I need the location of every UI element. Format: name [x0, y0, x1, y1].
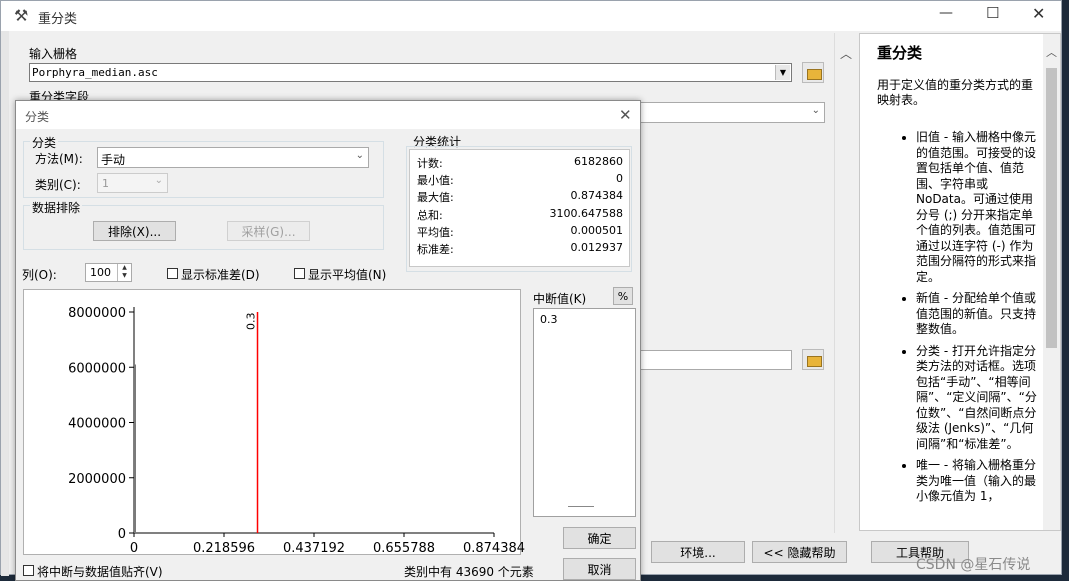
classes-label: 类别(C): [35, 178, 81, 192]
hide-help-button[interactable]: << 隐藏帮助 [752, 541, 847, 563]
reclass-field-select[interactable]: ⌄ [637, 102, 825, 123]
break-values-list[interactable]: 0.3 [533, 308, 636, 517]
x-tick-label: 0.874384 [463, 541, 525, 556]
sampling-button: 采样(G)... [227, 221, 310, 241]
show-std-label: 显示标准差(D) [181, 268, 260, 282]
output-raster-field[interactable] [637, 350, 792, 370]
y-tick-label: 0 [118, 527, 126, 542]
stats-row: 总和: 3100.647588 [410, 206, 629, 222]
stats-value: 0.012937 [570, 241, 624, 254]
help-scrollbar[interactable]: ︿ [1043, 34, 1060, 530]
stats-label: 最大值: [417, 191, 454, 205]
input-raster-label: 输入栅格 [29, 47, 78, 61]
stats-label: 计数: [417, 157, 443, 170]
stats-value: 6182860 [574, 155, 623, 168]
help-list: 旧值 - 输入栅格中像元的值范围。可接受的设置包括单个值、值范围、字符串或 No… [860, 130, 1038, 511]
stats-box: 计数: 6182860 最小值: 0 最大值: 0.874384 总和: 3100.64758… [409, 149, 630, 267]
percent-button[interactable]: % [613, 287, 633, 305]
x-tick-label: 0 [130, 541, 138, 556]
folder-open-icon[interactable] [802, 349, 824, 370]
stats-row: 计数: 6182860 [410, 154, 629, 170]
hammer-icon: ⚒ [14, 6, 29, 25]
folder-open-icon[interactable] [802, 62, 824, 83]
chevron-down-icon[interactable]: ▼ [775, 65, 790, 80]
histogram-chart[interactable]: 0 2000000 4000000 6000000 8000000 0 0.218596 0.… [24, 290, 525, 556]
window-title: 重分类 [38, 12, 78, 27]
y-tick-label: 6000000 [68, 361, 126, 376]
stats-row: 最大值: 0.874384 [410, 188, 629, 204]
stats-value: 0.000501 [570, 223, 624, 237]
y-tick-label: 4000000 [68, 417, 126, 432]
method-select[interactable]: 手动 ⌄ [97, 147, 369, 168]
chevron-up-icon[interactable]: ︿ [840, 45, 852, 62]
watermark: CSDN @星石传说 [916, 557, 1031, 573]
help-title: 重分类 [877, 44, 923, 62]
snap-label: 将中断与数据值贴齐(V) [37, 565, 163, 579]
dialog-title-bar: 分类 ✕ [16, 101, 640, 129]
data-exclusion-label: 数据排除 [30, 199, 83, 216]
left-edge [1, 31, 9, 576]
help-item: 分类 - 打开允许指定分类方法的对话框。选项包括“手动”、“相等间隔”、“定义间… [916, 344, 1038, 453]
break-values-label: 中断值(K) [533, 292, 587, 306]
method-label: 方法(M): [35, 152, 83, 166]
x-tick-label: 0.218596 [193, 541, 255, 556]
help-item: 旧值 - 输入栅格中像元的值范围。可接受的设置包括单个值、值范围、字符串或 No… [916, 130, 1038, 285]
exclusion-button[interactable]: 排除(X)... [93, 221, 176, 241]
list-grip [568, 506, 594, 507]
chevron-down-icon: ⌄ [154, 175, 163, 186]
stats-row: 最小值: 0 [410, 171, 629, 187]
y-tick-label: 2000000 [68, 472, 126, 487]
classification-dialog: 分类 ✕ 分类 方法(M): 手动 ⌄ 类别(C): 1 ⌄ 数据排除 排除(X… [15, 100, 641, 581]
help-intro: 用于定义值的重分类方式的重映射表。 [877, 78, 1034, 107]
input-raster-field[interactable]: Porphyra_median.asc ▼ [29, 63, 792, 82]
x-tick-label: 0.437192 [283, 541, 345, 556]
form-scrollbar[interactable]: ︿ [834, 33, 857, 533]
cancel-button[interactable]: 取消 [563, 558, 636, 580]
histogram-bar [134, 364, 136, 533]
chevron-up-icon[interactable]: ︿ [1046, 44, 1057, 60]
chevron-down-icon[interactable]: ⌄ [812, 105, 820, 116]
close-icon[interactable]: ✕ [1032, 4, 1045, 23]
columns-spinner[interactable]: 100 ▲ ▼ [85, 263, 132, 282]
help-item: 新值 - 分配给单个值或值范围的新值。只支持整数值。 [916, 291, 1038, 338]
stats-value: 0.874384 [570, 189, 624, 203]
stats-label: 标准差: [417, 243, 454, 256]
dialog-title: 分类 [25, 110, 50, 124]
stats-row: 平均值: 0.000501 [410, 223, 629, 239]
minimize-icon[interactable]: — [939, 5, 953, 21]
columns-label: 列(O): [22, 268, 57, 282]
scroll-thumb[interactable] [1046, 68, 1057, 348]
stats-label: 总和: [417, 208, 443, 222]
break-value-item[interactable]: 0.3 [540, 313, 558, 326]
stats-label: 平均值: [417, 225, 454, 239]
y-tick-label: 8000000 [68, 306, 126, 321]
show-mean-label: 显示平均值(N) [308, 268, 387, 282]
break-line-label: 0.3 [245, 313, 258, 331]
title-bar: ⚒ 重分类 — ☐ ✕ [1, 1, 1061, 31]
spinner-arrows-icon[interactable]: ▲ ▼ [117, 264, 131, 281]
show-std-checkbox[interactable] [167, 268, 178, 279]
stats-value: 3100.647588 [549, 206, 623, 220]
maximize-icon[interactable]: ☐ [986, 4, 999, 22]
show-mean-checkbox[interactable] [294, 268, 305, 279]
classification-group-label: 分类 [30, 134, 59, 151]
histogram-panel: 0 2000000 4000000 6000000 8000000 0 0.218596 0.… [23, 289, 525, 556]
close-icon[interactable]: ✕ [619, 106, 632, 124]
stats-row: 标准差: 0.012937 [410, 240, 629, 256]
snap-checkbox[interactable] [23, 565, 34, 576]
elements-count-text: 类别中有 43690 个元素 [404, 565, 534, 579]
chevron-down-icon[interactable]: ⌄ [356, 150, 364, 161]
environments-button[interactable]: 环境... [651, 541, 745, 563]
classes-select: 1 ⌄ [97, 173, 168, 193]
stats-label: 最小值: [417, 174, 454, 188]
help-panel: 重分类 用于定义值的重分类方式的重映射表。 旧值 - 输入栅格中像元的值范围。可… [859, 33, 1061, 531]
ok-button[interactable]: 确定 [563, 527, 636, 549]
help-item: 唯一 - 将输入栅格重分类为唯一值（输入的最小像元值为 1， [916, 458, 1038, 505]
x-tick-label: 0.655788 [373, 541, 435, 556]
stats-value: 0 [616, 172, 623, 186]
